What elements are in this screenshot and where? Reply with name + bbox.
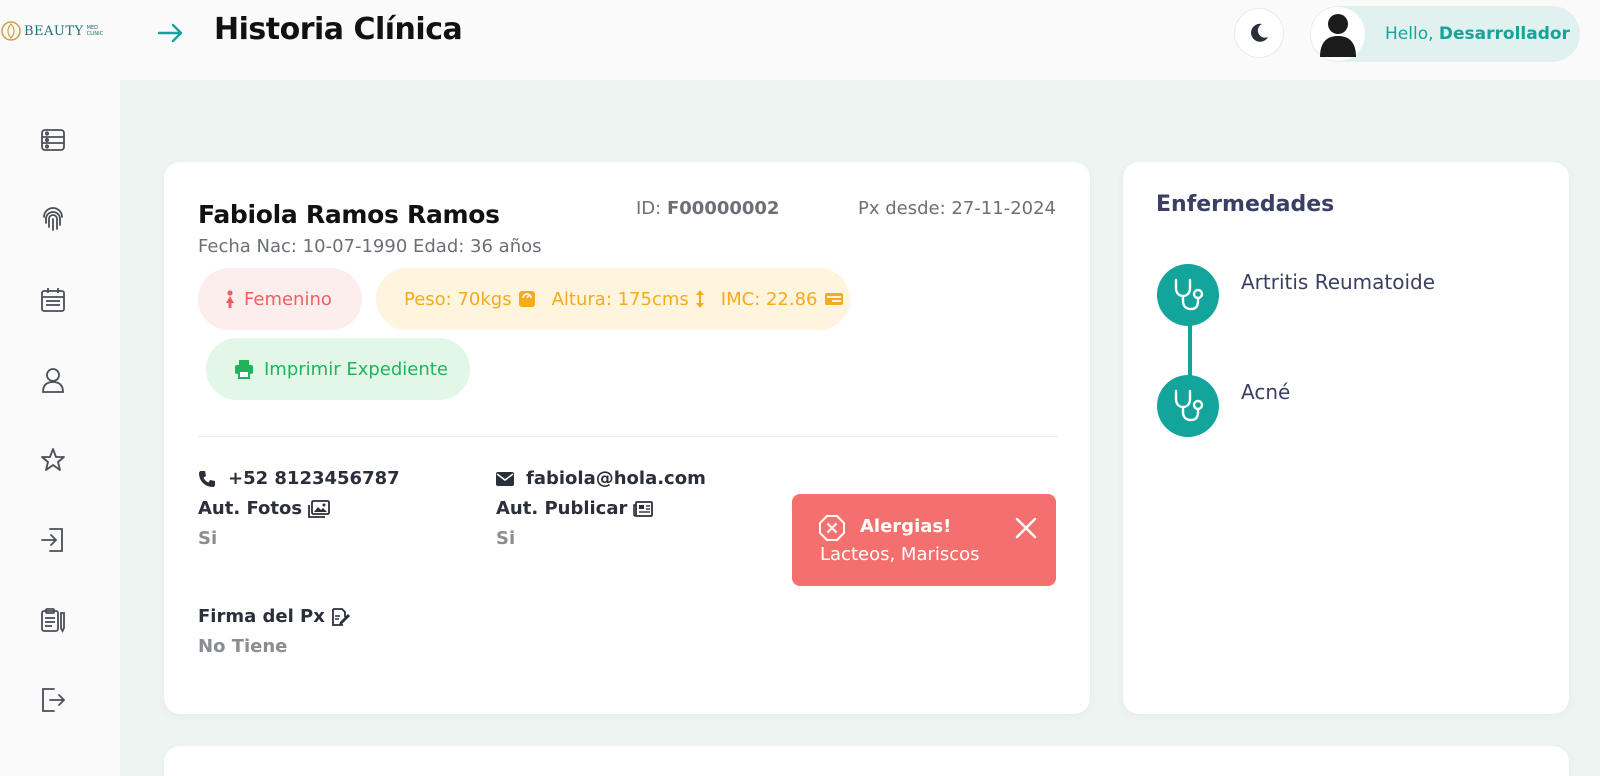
disease-item: Acné [1241, 380, 1291, 404]
gender-badge: Femenino [198, 268, 362, 330]
clipboard-icon [41, 608, 65, 633]
phone-icon [199, 470, 215, 487]
email-address: fabiola@hola.com [526, 468, 706, 489]
moon-icon [1251, 23, 1268, 42]
greeting-text: Hello, [1385, 24, 1434, 44]
user-menu[interactable]: Hello, Desarrollador [1310, 6, 1580, 62]
disease-item: Artritis Reumatoide [1241, 270, 1436, 294]
divider [198, 436, 1058, 437]
sidebar-item-user[interactable] [39, 366, 67, 394]
bottom-card [164, 746, 1569, 776]
printer-icon [235, 360, 253, 379]
patient-id-label: ID: [636, 198, 662, 219]
weight-label: Peso: 70kgs [404, 288, 512, 310]
user-greeting: Hello, Desarrollador [1385, 24, 1570, 44]
print-record-label: Imprimir Expediente [264, 358, 448, 380]
sidebar-item-fingerprint[interactable] [39, 206, 67, 234]
arrow-right-icon [157, 23, 183, 43]
height-arrows-icon [695, 290, 704, 308]
sidebar-item-logout[interactable] [39, 686, 67, 714]
aut-fotos-value: Si [198, 528, 218, 549]
phone-number: +52 8123456787 [228, 468, 400, 489]
email-contact[interactable]: fabiola@hola.com [496, 468, 706, 489]
close-icon[interactable] [1014, 516, 1038, 540]
patient-birth: Fecha Nac: 10-07-1990 Edad: 36 años [198, 236, 542, 257]
female-icon [226, 290, 234, 308]
disease-marker [1157, 264, 1219, 326]
stethoscope-icon [1174, 278, 1204, 311]
firma-label: Firma del Px [198, 606, 351, 627]
aut-publicar-value: Si [496, 528, 516, 549]
height-label: Altura: 175cms [551, 288, 689, 310]
diseases-card: Enfermedades Artritis Reumatoide Acné [1123, 162, 1569, 714]
page-title: Historia Clínica [214, 12, 463, 47]
photos-icon [308, 499, 330, 518]
measures-badge: Peso: 70kgs Altura: 175cms IMC: 22.86 [376, 268, 850, 330]
alert-text: Lacteos, Mariscos [820, 544, 980, 565]
gender-label: Femenino [244, 288, 332, 310]
avatar [1311, 7, 1365, 61]
stethoscope-icon [1174, 389, 1204, 422]
envelope-icon [496, 471, 514, 486]
imc-label: IMC: 22.86 [720, 288, 818, 310]
dashboard-icon [41, 129, 65, 151]
sidebar-item-favorites[interactable] [39, 446, 67, 474]
logo-subtext: MED CLINIC [86, 25, 104, 37]
star-icon [41, 448, 65, 471]
alert-title: Alergias! [860, 516, 952, 537]
logo-icon [1, 21, 21, 41]
diseases-title: Enfermedades [1156, 192, 1335, 217]
sidebar-item-records[interactable] [39, 606, 67, 634]
logout-icon [42, 688, 66, 712]
patient-since: Px desde: 27-11-2024 [858, 198, 1056, 219]
sidebar [0, 80, 120, 776]
error-octagon-icon [819, 515, 845, 541]
firma-value: No Tiene [198, 636, 288, 657]
patient-id-value: F00000002 [666, 198, 780, 219]
user-icon [42, 368, 64, 393]
newspaper-icon [633, 500, 654, 517]
print-record-button[interactable]: Imprimir Expediente [206, 338, 470, 400]
sidebar-item-calendar[interactable] [39, 286, 67, 314]
fingerprint-icon [43, 207, 63, 231]
login-icon [41, 528, 63, 552]
allergy-alert: Alergias! Lacteos, Mariscos [792, 494, 1056, 586]
firma-text: Firma del Px [198, 606, 325, 627]
weight-scale-icon [518, 291, 535, 307]
user-avatar-icon [1320, 14, 1356, 57]
patient-id: ID: F00000002 [636, 198, 779, 219]
id-card-icon [824, 293, 843, 305]
top-bar: BEAUTY MED CLINIC Historia Clínica Hello… [0, 0, 1600, 80]
calendar-icon [41, 288, 65, 312]
aut-fotos-label: Aut. Fotos [198, 498, 330, 519]
sidebar-item-dashboard[interactable] [39, 126, 67, 154]
aut-publicar-label: Aut. Publicar [496, 498, 654, 519]
theme-toggle-button[interactable] [1234, 8, 1284, 58]
phone-contact[interactable]: +52 8123456787 [198, 468, 400, 489]
patient-card: Fabiola Ramos Ramos ID: F00000002 Px des… [164, 162, 1090, 714]
signature-icon [331, 607, 350, 626]
sidebar-toggle-button[interactable] [156, 18, 186, 48]
aut-fotos-text: Aut. Fotos [198, 498, 303, 519]
user-name: Desarrollador [1438, 24, 1570, 44]
logo[interactable]: BEAUTY MED CLINIC [0, 20, 107, 42]
logo-text: BEAUTY [24, 23, 84, 39]
timeline-connector [1188, 322, 1192, 382]
patient-name: Fabiola Ramos Ramos [198, 200, 500, 229]
disease-marker [1157, 375, 1219, 437]
sidebar-item-login[interactable] [39, 526, 67, 554]
aut-publicar-text: Aut. Publicar [496, 498, 628, 519]
